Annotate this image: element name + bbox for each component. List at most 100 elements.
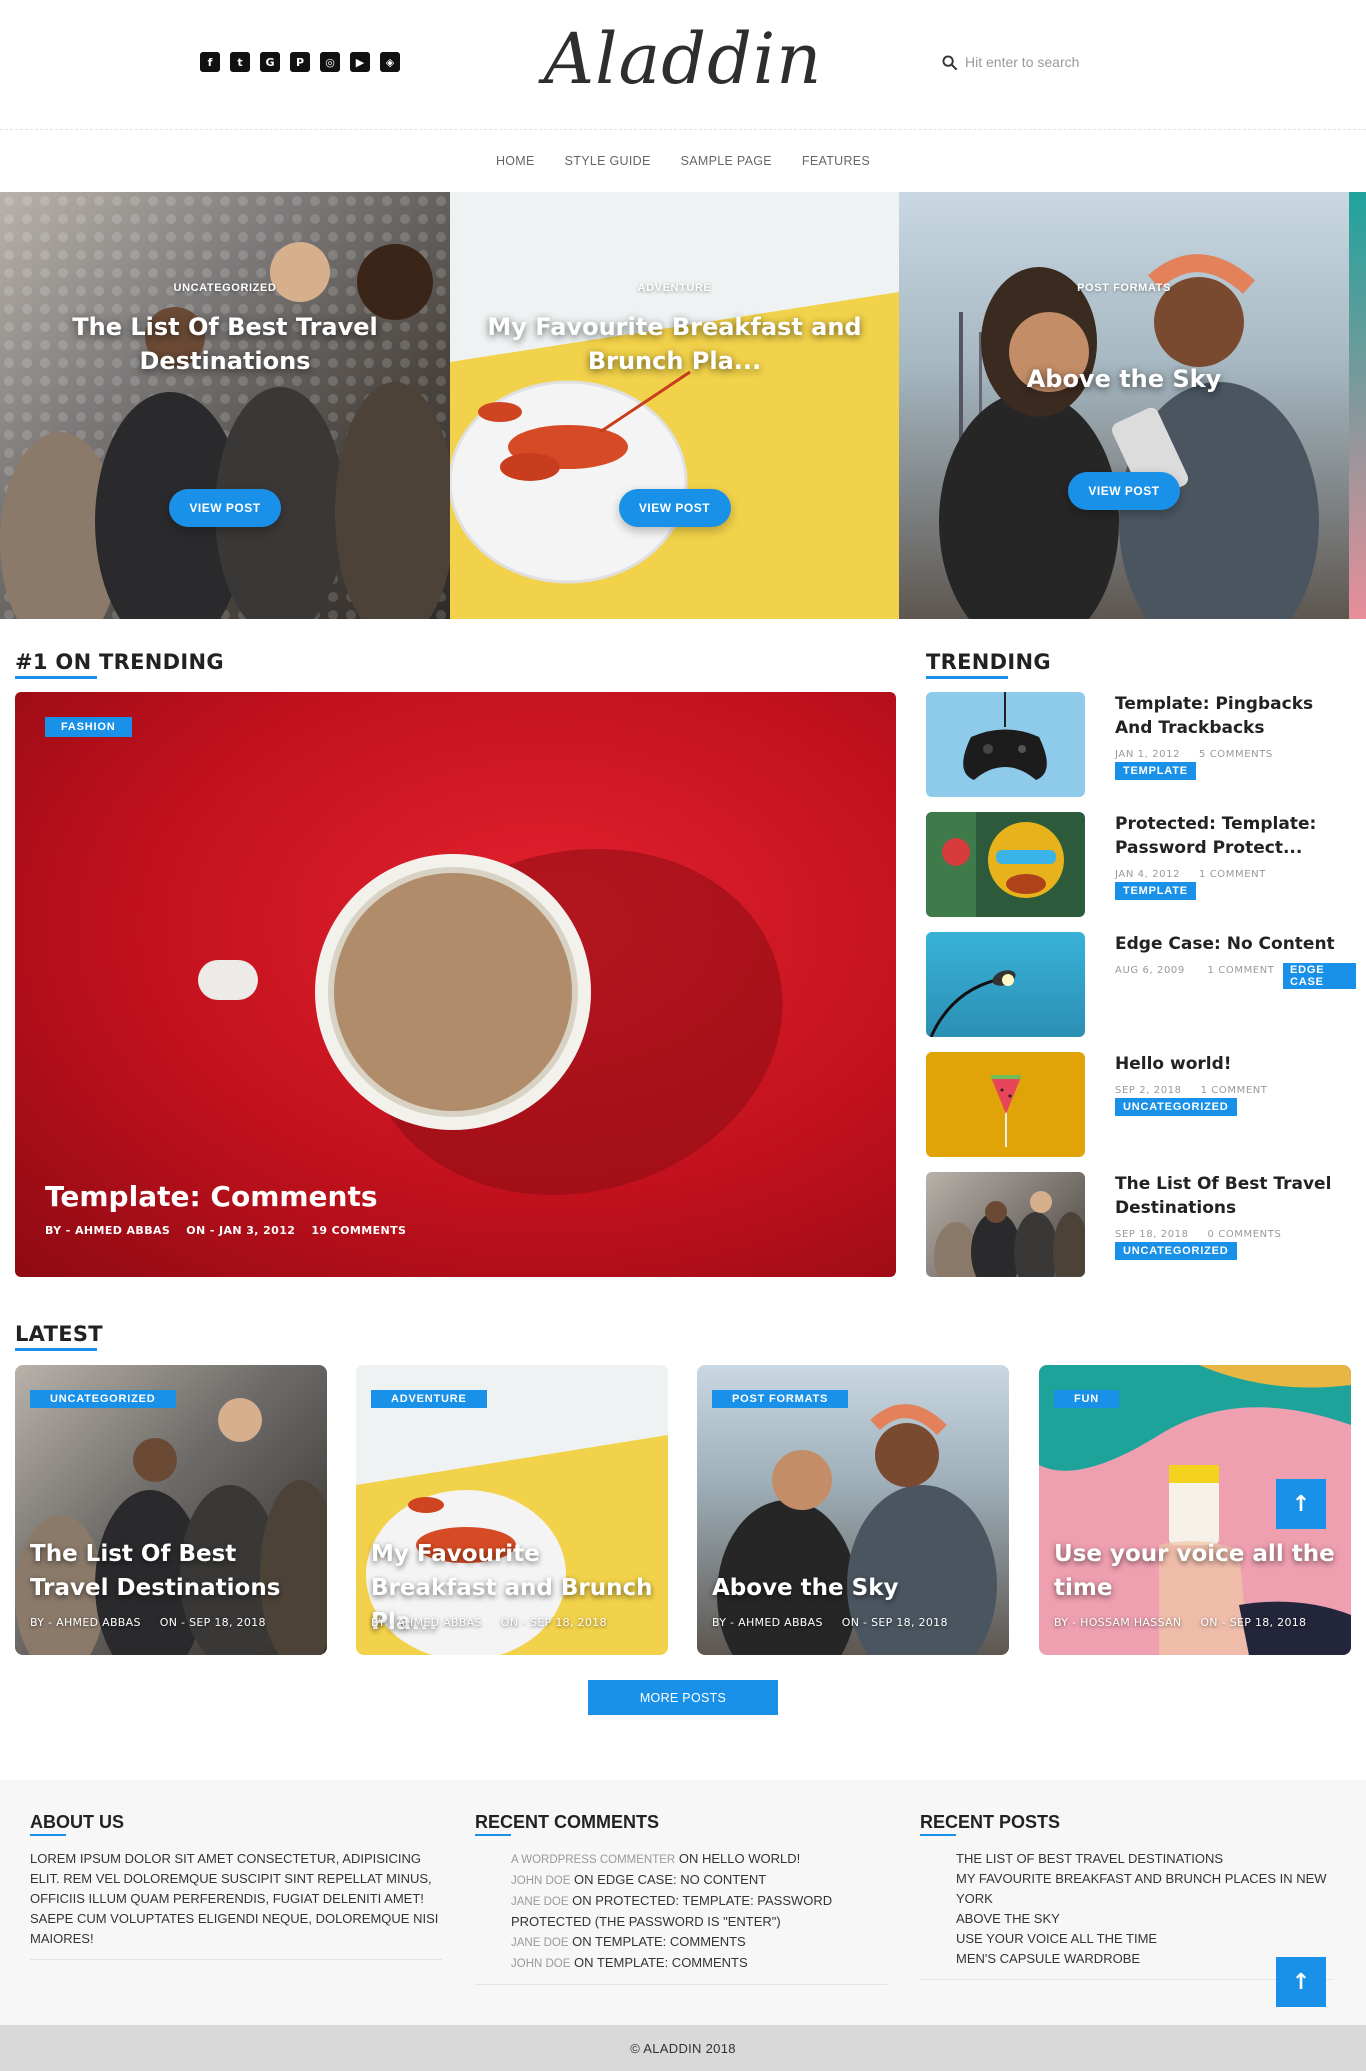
view-post-button[interactable]: VIEW POST xyxy=(1068,472,1180,510)
google-icon[interactable]: G xyxy=(260,52,280,72)
trending-comments[interactable]: 1 COMMENT xyxy=(1201,1085,1268,1096)
trending-tag[interactable]: TEMPLATE xyxy=(1115,882,1196,900)
instagram-icon[interactable]: ◎ xyxy=(320,52,340,72)
trending-title[interactable]: Hello world! xyxy=(1115,1052,1355,1076)
recent-post-link[interactable]: MY FAVOURITE BREAKFAST AND BRUNCH PLACES… xyxy=(956,1869,1332,1909)
card-author[interactable]: BY - HOSSAM HASSAN xyxy=(1054,1616,1181,1629)
hero-category[interactable]: UNCATEGORIZED xyxy=(0,282,450,294)
search-box[interactable] xyxy=(942,54,1125,70)
trending-date: JAN 4, 2012 xyxy=(1115,869,1181,880)
card-date: ON - SEP 18, 2018 xyxy=(159,1616,266,1629)
hero-category[interactable]: ADVENTURE xyxy=(450,282,899,294)
trending-tag[interactable]: TEMPLATE xyxy=(1115,762,1196,780)
trending-comments[interactable]: 1 COMMENT xyxy=(1199,869,1266,880)
card-image xyxy=(15,1398,327,1655)
hero-slide[interactable]: UNCATEGORIZED The List Of Best Travel De… xyxy=(0,192,450,619)
footer-heading: RECENT COMMENTS xyxy=(475,1812,887,1836)
comment-post-link[interactable]: ON EDGE CASE: NO CONTENT xyxy=(574,1872,766,1887)
trending-thumb[interactable] xyxy=(926,812,1085,917)
codepen-icon[interactable]: ◈ xyxy=(380,52,400,72)
card-author[interactable]: BY - AHMED ABBAS xyxy=(30,1616,141,1629)
trending-tag[interactable]: UNCATEGORIZED xyxy=(1115,1098,1237,1116)
trending-title[interactable]: The List Of Best Travel Destinations xyxy=(1115,1172,1355,1220)
category-tag[interactable]: POST FORMATS xyxy=(712,1390,849,1408)
trending-title[interactable]: Protected: Template: Password Protect... xyxy=(1115,812,1355,860)
trending-comments[interactable]: 5 COMMENTS xyxy=(1199,749,1273,760)
recent-post-link[interactable]: ABOVE THE SKY xyxy=(956,1909,1332,1929)
category-tag[interactable]: FASHION xyxy=(45,717,132,737)
featured-post[interactable]: FASHION Template: Comments BY - AHMED AB… xyxy=(15,692,896,1277)
category-tag[interactable]: ADVENTURE xyxy=(371,1390,487,1408)
more-posts-button[interactable]: MORE POSTS xyxy=(588,1680,778,1715)
card-date: ON - SEP 18, 2018 xyxy=(500,1616,607,1629)
trending-thumb[interactable] xyxy=(926,692,1085,797)
featured-title[interactable]: Template: Comments xyxy=(45,1180,378,1213)
featured-comments[interactable]: 19 COMMENTS xyxy=(311,1224,406,1237)
trending-title[interactable]: Edge Case: No Content xyxy=(1115,932,1355,956)
featured-author[interactable]: BY - AHMED ABBAS xyxy=(45,1224,170,1237)
category-tag[interactable]: UNCATEGORIZED xyxy=(30,1390,176,1408)
trending-item[interactable]: Protected: Template: Password Protect...… xyxy=(926,812,1356,917)
trending-tag[interactable]: UNCATEGORIZED xyxy=(1115,1242,1237,1260)
trending-meta: JAN 4, 2012 1 COMMENT xyxy=(1115,869,1266,880)
search-input[interactable] xyxy=(965,54,1125,70)
hero-slide[interactable]: POST FORMATS Above the Sky VIEW POST xyxy=(899,192,1349,619)
hero-title[interactable]: Above the Sky xyxy=(929,362,1319,396)
category-tag[interactable]: FUN xyxy=(1054,1390,1120,1408)
trending-date: AUG 6, 2009 xyxy=(1115,965,1185,976)
twitter-icon[interactable]: t xyxy=(230,52,250,72)
trending-item[interactable]: The List Of Best Travel Destinations SEP… xyxy=(926,1172,1356,1277)
trending-tag[interactable]: EDGE CASE xyxy=(1283,963,1356,989)
recent-post-link[interactable]: THE LIST OF BEST TRAVEL DESTINATIONS xyxy=(956,1849,1332,1869)
view-post-button[interactable]: VIEW POST xyxy=(618,489,731,527)
trending-item[interactable]: Edge Case: No Content AUG 6, 2009 1 COMM… xyxy=(926,932,1356,1037)
footer-heading: ABOUT US xyxy=(30,1812,442,1836)
trending-meta: AUG 6, 2009 1 COMMENT xyxy=(1115,965,1275,976)
arrow-up-icon: ↑ xyxy=(1291,1491,1311,1517)
trending-title[interactable]: Template: Pingbacks And Trackbacks xyxy=(1115,692,1355,740)
scroll-top-button[interactable]: ↑ xyxy=(1276,1479,1326,1529)
card-author[interactable]: BY - AHMED ABBAS xyxy=(712,1616,823,1629)
latest-card[interactable]: POST FORMATS Above the Sky BY - AHMED AB… xyxy=(697,1365,1009,1655)
card-meta: BY - AHMED ABBAS ON - SEP 18, 2018 xyxy=(30,1616,266,1629)
trending-item[interactable]: Hello world! SEP 2, 2018 1 COMMENT UNCAT… xyxy=(926,1052,1356,1157)
arrow-up-icon: ↑ xyxy=(1291,1969,1311,1995)
scroll-top-button[interactable]: ↑ xyxy=(1276,1957,1326,2007)
latest-card[interactable]: UNCATEGORIZED The List Of Best Travel De… xyxy=(15,1365,327,1655)
pinterest-icon[interactable]: P xyxy=(290,52,310,72)
hero-image xyxy=(939,254,1319,619)
latest-card[interactable]: ADVENTURE My Favourite Breakfast and Bru… xyxy=(356,1365,668,1655)
hero-title[interactable]: My Favourite Breakfast and Brunch Pla... xyxy=(480,310,869,378)
card-title[interactable]: Above the Sky xyxy=(712,1571,999,1605)
hero-slide[interactable]: ADVENTURE My Favourite Breakfast and Bru… xyxy=(450,192,899,619)
trending-thumb[interactable] xyxy=(926,1172,1085,1277)
view-post-button[interactable]: VIEW POST xyxy=(169,489,281,527)
facebook-icon[interactable]: f xyxy=(200,52,220,72)
card-title[interactable]: The List Of Best Travel Destinations xyxy=(30,1537,317,1605)
footer-heading: RECENT POSTS xyxy=(920,1812,1332,1836)
nav-sample-page[interactable]: SAMPLE PAGE xyxy=(681,154,772,168)
card-title[interactable]: Use your voice all the time xyxy=(1054,1537,1341,1605)
comment-post-link[interactable]: ON HELLO WORLD! xyxy=(679,1851,800,1866)
trending-thumb[interactable] xyxy=(926,1052,1085,1157)
youtube-icon[interactable]: ▶ xyxy=(350,52,370,72)
trending-comments[interactable]: 0 COMMENTS xyxy=(1208,1229,1282,1240)
featured-date: ON - JAN 3, 2012 xyxy=(186,1224,296,1237)
nav-home[interactable]: HOME xyxy=(496,154,535,168)
nav-style-guide[interactable]: STYLE GUIDE xyxy=(565,154,651,168)
hero-title[interactable]: The List Of Best Travel Destinations xyxy=(30,310,420,378)
recent-post-link[interactable]: USE YOUR VOICE ALL THE TIME xyxy=(956,1929,1332,1949)
hero-slide-peek[interactable] xyxy=(1349,192,1366,619)
hero-category[interactable]: POST FORMATS xyxy=(899,282,1349,294)
trending-item[interactable]: Template: Pingbacks And Trackbacks JAN 1… xyxy=(926,692,1356,797)
trending-comments[interactable]: 1 COMMENT xyxy=(1208,965,1275,976)
nav-features[interactable]: FEATURES xyxy=(802,154,870,168)
trending-thumb[interactable] xyxy=(926,932,1085,1037)
section-heading-latest: LATEST xyxy=(15,1322,103,1351)
trending-date: SEP 2, 2018 xyxy=(1115,1085,1182,1096)
card-author[interactable]: BY - AHMED ABBAS xyxy=(371,1616,482,1629)
comment-author[interactable]: A WORDPRESS COMMENTER xyxy=(511,1854,675,1866)
comment-post-link[interactable]: ON TEMPLATE: COMMENTS xyxy=(572,1934,746,1949)
comment-post-link[interactable]: ON TEMPLATE: COMMENTS xyxy=(574,1955,748,1970)
site-logo[interactable]: Aladdin xyxy=(520,18,846,100)
